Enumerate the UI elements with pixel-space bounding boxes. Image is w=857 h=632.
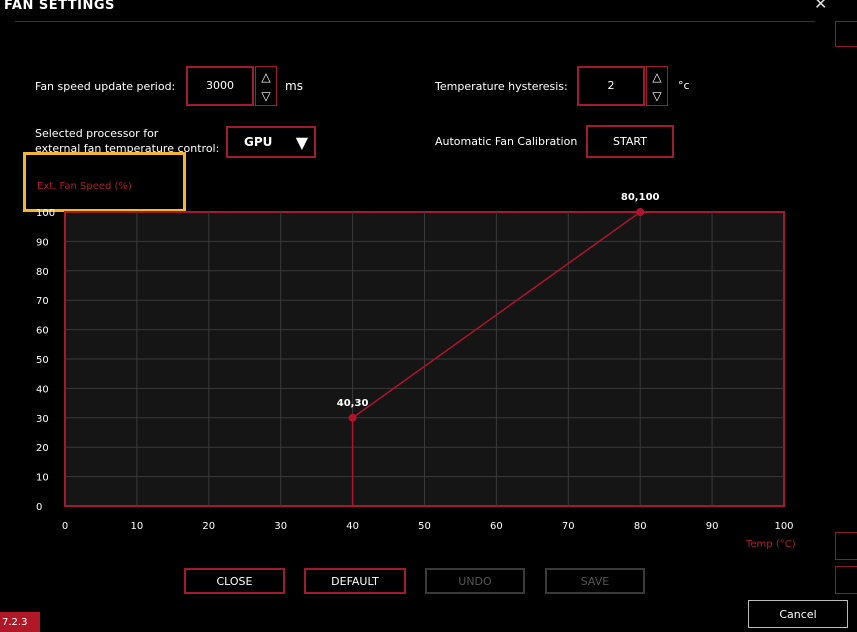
- x-tick-label: 20: [202, 521, 215, 532]
- x-tick-label: 10: [131, 521, 144, 532]
- curve-point-handle[interactable]: [348, 413, 357, 422]
- x-tick-label: 80: [634, 521, 647, 532]
- x-tick-labels: 0 10 20 30 40 50 60 70 80 90 100: [62, 521, 794, 532]
- x-tick-label: 60: [490, 521, 503, 532]
- y-tick-label: 100: [36, 208, 55, 219]
- close-button[interactable]: CLOSE: [184, 568, 285, 594]
- y-tick-label: 0: [36, 502, 42, 513]
- y-tick-label: 20: [36, 443, 49, 454]
- default-button[interactable]: DEFAULT: [304, 568, 406, 594]
- y-tick-label: 90: [36, 237, 49, 248]
- x-tick-label: 100: [774, 521, 793, 532]
- x-tick-label: 70: [562, 521, 575, 532]
- x-tick-label: 40: [346, 521, 359, 532]
- x-tick-label: 0: [62, 521, 68, 532]
- y-tick-label: 40: [36, 384, 49, 395]
- x-tick-label: 30: [274, 521, 287, 532]
- fan-curve-chart[interactable]: 0 10 20 30 40 50 60 70 80 90 100 0 10 20 30 40 50 60 70 80…: [0, 0, 857, 632]
- y-tick-label: 10: [36, 473, 49, 484]
- x-axis-title: Temp (°C): [746, 539, 796, 550]
- undo-button[interactable]: UNDO: [425, 568, 525, 594]
- y-tick-label: 30: [36, 414, 49, 425]
- curve-point-label: 80,100: [621, 192, 660, 203]
- curve-point-label: 40,30: [337, 398, 369, 409]
- y-tick-label: 60: [36, 326, 49, 337]
- version-badge: 7.2.3: [0, 612, 40, 632]
- y-tick-label: 70: [36, 296, 49, 307]
- curve-point-handle[interactable]: [636, 208, 645, 216]
- x-tick-label: 50: [418, 521, 431, 532]
- save-button[interactable]: SAVE: [545, 568, 645, 594]
- cancel-button[interactable]: Cancel: [748, 600, 848, 628]
- y-tick-label: 50: [36, 355, 49, 366]
- x-tick-label: 90: [706, 521, 719, 532]
- y-tick-labels: 0 10 20 30 40 50 60 70 80 90 100: [36, 208, 55, 513]
- y-tick-label: 80: [36, 267, 49, 278]
